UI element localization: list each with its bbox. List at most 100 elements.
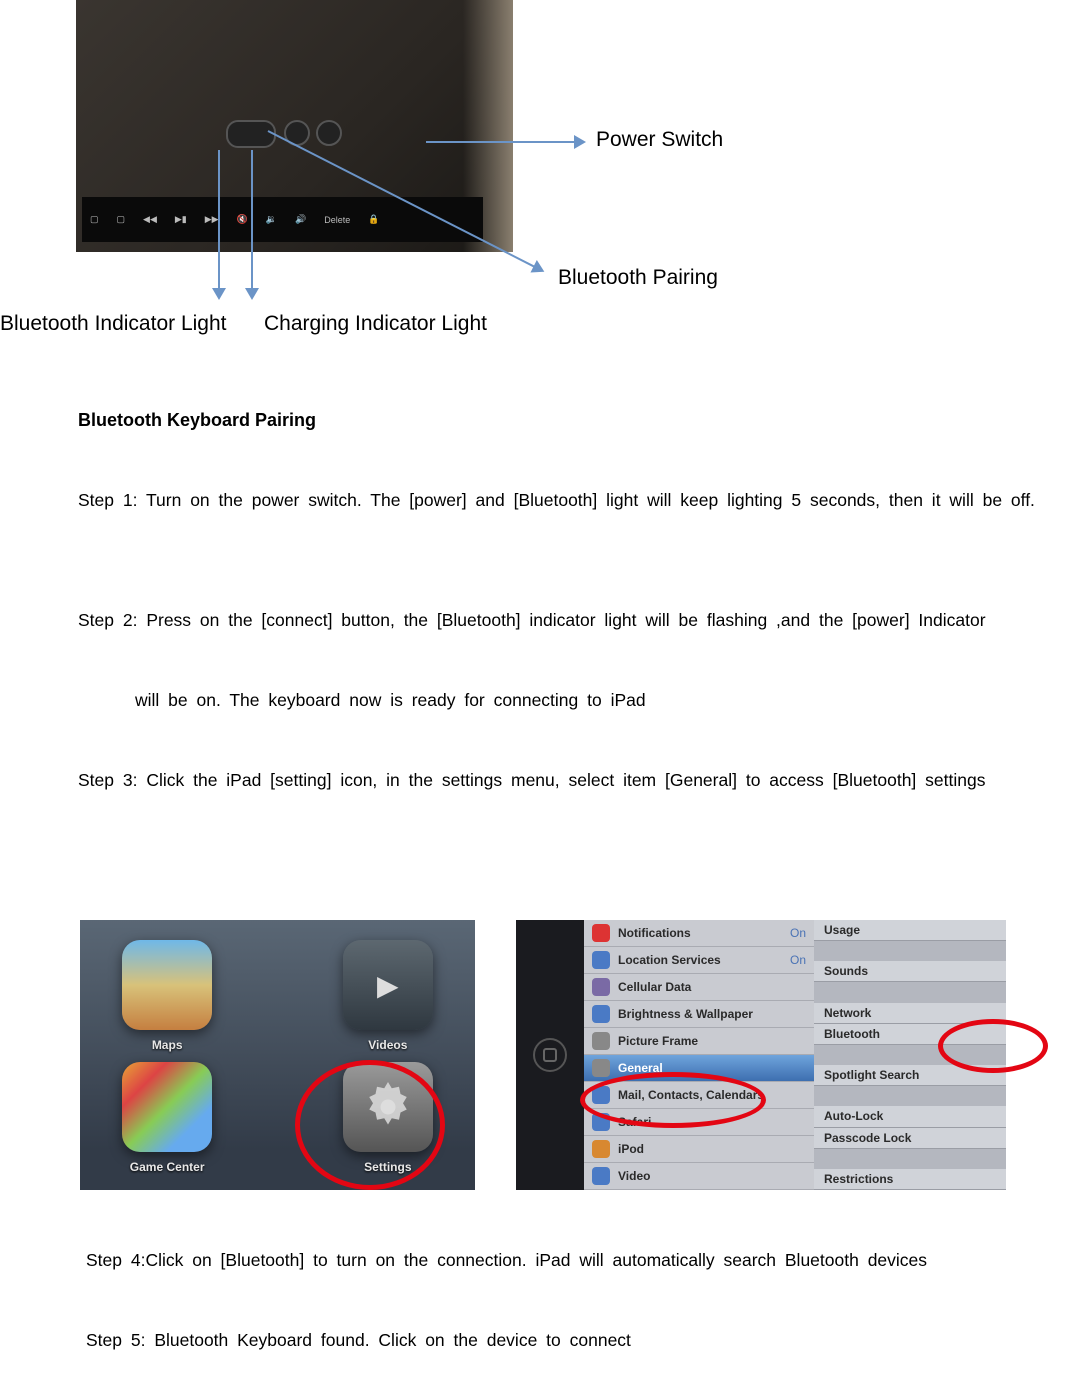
row-icon xyxy=(592,1167,610,1185)
detail-label: Spotlight Search xyxy=(824,1068,919,1082)
arrow-head-icon xyxy=(212,288,226,300)
settings-row: Location Services On xyxy=(584,947,814,974)
keyboard-key-strip: ▢ ▢ ◀◀ ▶▮ ▶▶ 🔇 🔉 🔊 Delete 🔒 xyxy=(82,197,483,242)
detail-row: Auto-Lock xyxy=(814,1106,1006,1127)
label-bluetooth-indicator: Bluetooth Indicator Light xyxy=(0,312,227,336)
key-icon: ▢ xyxy=(90,214,99,225)
step-2-cont: will be on. The keyboard now is ready fo… xyxy=(135,690,1070,711)
ipad-settings-screenshot: Notifications On Location Services On Cell… xyxy=(516,920,1006,1190)
row-trailing: On xyxy=(790,926,806,940)
row-label: Mail, Contacts, Calendars xyxy=(618,1088,764,1102)
app-label: Settings xyxy=(343,1160,433,1174)
detail-label: Passcode Lock xyxy=(824,1131,911,1145)
detail-label: Network xyxy=(824,1006,871,1020)
row-label: General xyxy=(618,1061,663,1075)
keyboard-photo: ▢ ▢ ◀◀ ▶▮ ▶▶ 🔇 🔉 🔊 Delete 🔒 xyxy=(76,0,513,252)
detail-label: Sounds xyxy=(824,964,868,978)
key-icon: ▢ xyxy=(117,214,126,225)
detail-label: Restrictions xyxy=(824,1172,893,1186)
settings-row: Picture Frame xyxy=(584,1028,814,1055)
row-label: Notifications xyxy=(618,926,691,940)
detail-row: Spotlight Search xyxy=(814,1065,1006,1086)
gear-icon xyxy=(358,1077,418,1137)
row-label: Brightness & Wallpaper xyxy=(618,1007,753,1021)
settings-row: Mail, Contacts, Calendars xyxy=(584,1082,814,1109)
detail-row: Passcode Lock xyxy=(814,1128,1006,1149)
app-icon-videos: Videos xyxy=(343,940,433,1030)
app-icon-gamecenter: Game Center xyxy=(122,1062,212,1152)
section-title: Bluetooth Keyboard Pairing xyxy=(78,410,316,431)
settings-row: iPod xyxy=(584,1136,814,1163)
detail-row: Network xyxy=(814,1003,1006,1024)
settings-row: Notifications On xyxy=(584,920,814,947)
row-label: Video xyxy=(618,1169,650,1183)
key-icon: ▶▮ xyxy=(175,214,187,225)
row-icon xyxy=(592,1032,610,1050)
row-icon xyxy=(592,1113,610,1131)
app-icon-maps: Maps xyxy=(122,940,212,1030)
step-1: Step 1: Turn on the power switch. The [p… xyxy=(78,490,1070,511)
label-bluetooth-pairing: Bluetooth Pairing xyxy=(558,266,718,290)
row-label: Picture Frame xyxy=(618,1034,698,1048)
spacer xyxy=(814,941,1006,961)
ipad-bezel xyxy=(516,920,584,1190)
spacer xyxy=(814,982,1006,1002)
key-icon: 🔉 xyxy=(266,214,277,225)
power-switch-on-photo xyxy=(226,120,276,148)
app-icon-settings: Settings xyxy=(343,1062,433,1152)
row-label: Location Services xyxy=(618,953,721,967)
arrow-line xyxy=(218,150,220,290)
arrow-head-icon xyxy=(530,260,547,278)
spacer xyxy=(814,1045,1006,1065)
arrow-head-icon xyxy=(245,288,259,300)
row-icon xyxy=(592,1005,610,1023)
key-icon: 🔊 xyxy=(295,214,306,225)
row-icon xyxy=(592,924,610,942)
row-icon xyxy=(592,1086,610,1104)
detail-row-bluetooth: Bluetooth xyxy=(814,1024,1006,1045)
settings-row: Cellular Data xyxy=(584,974,814,1001)
row-icon xyxy=(592,978,610,996)
row-label: iPod xyxy=(618,1142,644,1156)
key-icon: 🔒 xyxy=(368,214,379,225)
app-label: Maps xyxy=(122,1038,212,1052)
row-label: Safari xyxy=(618,1115,651,1129)
row-icon xyxy=(592,951,610,969)
detail-label: Usage xyxy=(824,923,860,937)
settings-row: Brightness & Wallpaper xyxy=(584,1001,814,1028)
app-label: Game Center xyxy=(122,1160,212,1174)
key-icon: 🔇 xyxy=(237,214,248,225)
home-button-icon xyxy=(533,1038,567,1072)
document-page: ▢ ▢ ◀◀ ▶▮ ▶▶ 🔇 🔉 🔊 Delete 🔒 Power Switch… xyxy=(0,0,1070,1373)
step-2: Step 2: Press on the [connect] button, t… xyxy=(78,610,1070,631)
app-label: Videos xyxy=(343,1038,433,1052)
row-icon xyxy=(592,1059,610,1077)
settings-row-general-selected: General xyxy=(584,1055,814,1082)
arrow-line xyxy=(426,141,576,143)
settings-row: Video xyxy=(584,1163,814,1190)
settings-detail: Usage Sounds Network Bluetooth Spotlight… xyxy=(814,920,1006,1190)
step-4: Step 4:Click on [Bluetooth] to turn on t… xyxy=(86,1250,1070,1271)
indicator-area-on-photo xyxy=(316,120,342,146)
key-icon: ▶▶ xyxy=(205,214,219,225)
detail-row: Usage xyxy=(814,920,1006,941)
settings-sidebar: Notifications On Location Services On Cell… xyxy=(584,920,814,1190)
row-label: Cellular Data xyxy=(618,980,691,994)
key-icon: ◀◀ xyxy=(143,214,157,225)
ipad-home-screenshot: Maps Videos Game Center Settings xyxy=(80,920,475,1190)
arrow-head-icon xyxy=(574,135,586,149)
arrow-line xyxy=(251,150,253,290)
step-5: Step 5: Bluetooth Keyboard found. Click … xyxy=(86,1330,1070,1351)
spacer xyxy=(814,1149,1006,1169)
spacer xyxy=(814,1086,1006,1106)
row-icon xyxy=(592,1140,610,1158)
detail-label: Bluetooth xyxy=(824,1027,880,1041)
label-charging-indicator: Charging Indicator Light xyxy=(264,312,487,336)
detail-label: Auto-Lock xyxy=(824,1109,883,1123)
detail-row: Sounds xyxy=(814,961,1006,982)
label-power-switch: Power Switch xyxy=(596,128,723,152)
step-3: Step 3: Click the iPad [setting] icon, i… xyxy=(78,770,1070,791)
key-delete: Delete xyxy=(324,215,350,225)
detail-row: Restrictions xyxy=(814,1169,1006,1190)
row-trailing: On xyxy=(790,953,806,967)
